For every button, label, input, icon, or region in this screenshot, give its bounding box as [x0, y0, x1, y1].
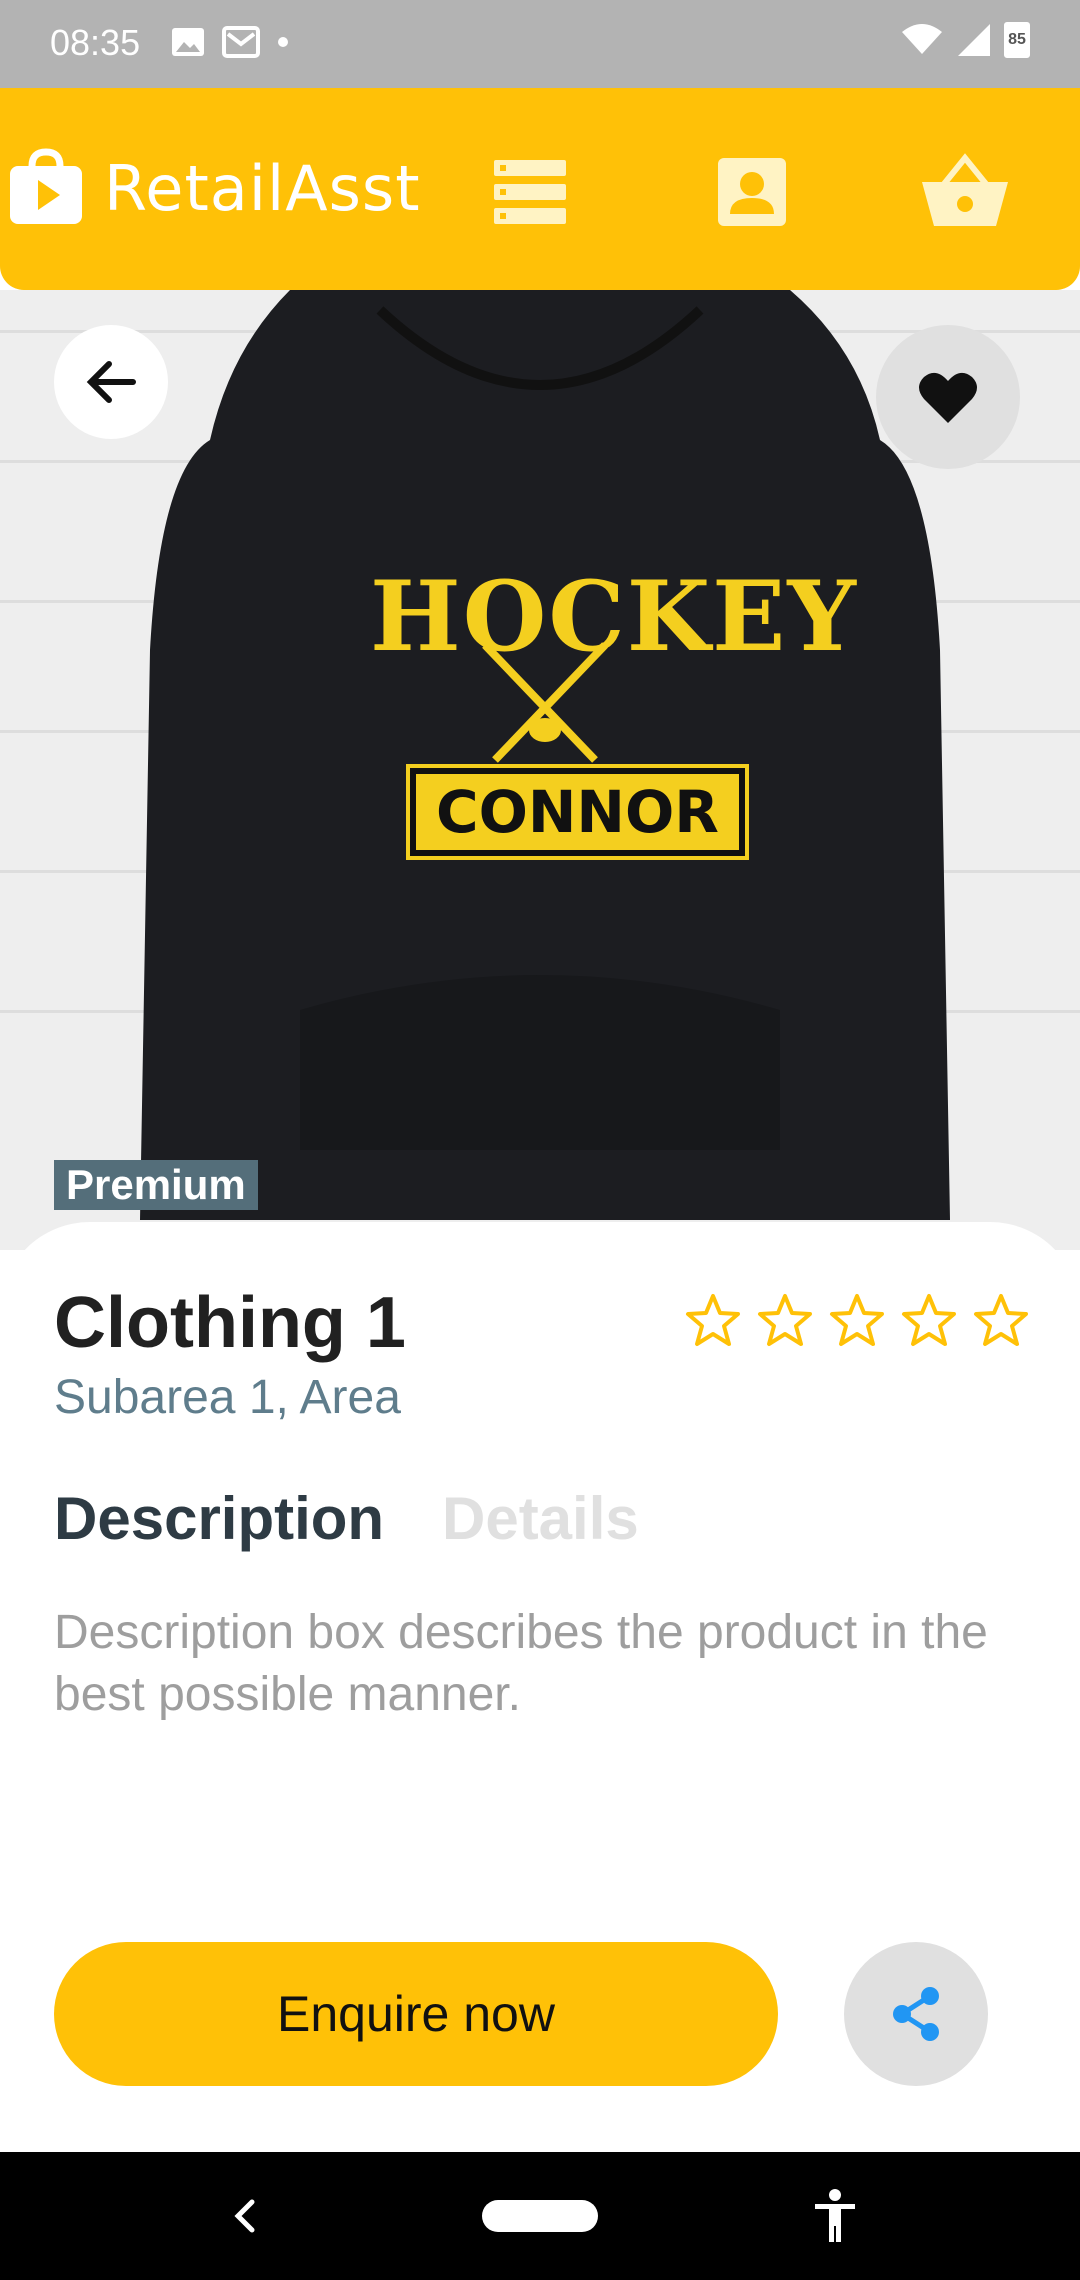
mail-notification-icon [222, 26, 260, 58]
dot-icon [278, 37, 288, 47]
hockey-sticks [482, 642, 608, 763]
list-icon[interactable] [490, 152, 570, 232]
tab-description[interactable]: Description [54, 1484, 384, 1553]
back-button[interactable] [54, 325, 168, 439]
hoodie-print-name: CONNOR [406, 764, 749, 860]
star-outline-icon[interactable] [900, 1292, 958, 1350]
product-name: Clothing 1 [54, 1283, 406, 1363]
star-outline-icon[interactable] [828, 1292, 886, 1350]
nav-home-button[interactable] [480, 2152, 600, 2280]
description-text: Description box describes the product in… [54, 1606, 988, 1721]
favorite-button[interactable] [876, 325, 1020, 469]
product-location: Subarea 1, Area [54, 1371, 401, 1424]
battery-level: 85 [1008, 31, 1026, 48]
product-details-panel: Clothing 1 Subarea 1, Area Description D… [0, 1222, 1080, 2152]
status-time: 08:35 [50, 22, 141, 63]
enquire-now-button[interactable]: Enquire now [54, 1942, 778, 2086]
star-outline-icon[interactable] [972, 1292, 1030, 1350]
battery-icon: 85 [1004, 22, 1030, 58]
app-bar: RetailAsst [0, 88, 1080, 290]
system-navigation-bar [0, 2152, 1080, 2280]
heart-icon [919, 372, 977, 423]
star-outline-icon[interactable] [756, 1292, 814, 1350]
tab-details[interactable]: Details [442, 1484, 639, 1553]
signal-icon [958, 24, 990, 56]
account-icon[interactable] [712, 152, 792, 232]
status-right: 85 [900, 22, 1030, 58]
share-button[interactable] [844, 1942, 988, 2086]
rating-stars[interactable] [684, 1292, 1030, 1350]
accessibility-icon [815, 2189, 855, 2242]
status-bar: 08:35 85 [0, 0, 1080, 88]
shopping-bag-play-icon [10, 148, 82, 224]
share-icon [893, 1987, 939, 2041]
premium-badge: Premium [54, 1160, 258, 1210]
accessibility-button[interactable] [790, 2152, 880, 2280]
wifi-icon [902, 24, 942, 54]
home-pill-icon [482, 2200, 598, 2232]
chevron-left-icon [234, 2199, 255, 2233]
arrow-left-icon [86, 361, 136, 403]
brand: RetailAsst [6, 148, 421, 228]
app-title: RetailAsst [104, 151, 421, 225]
star-outline-icon[interactable] [684, 1292, 742, 1350]
basket-icon[interactable] [920, 152, 1010, 232]
nav-back-button[interactable] [200, 2152, 290, 2280]
image-notification-icon [172, 28, 204, 56]
notification-icons [170, 24, 290, 60]
